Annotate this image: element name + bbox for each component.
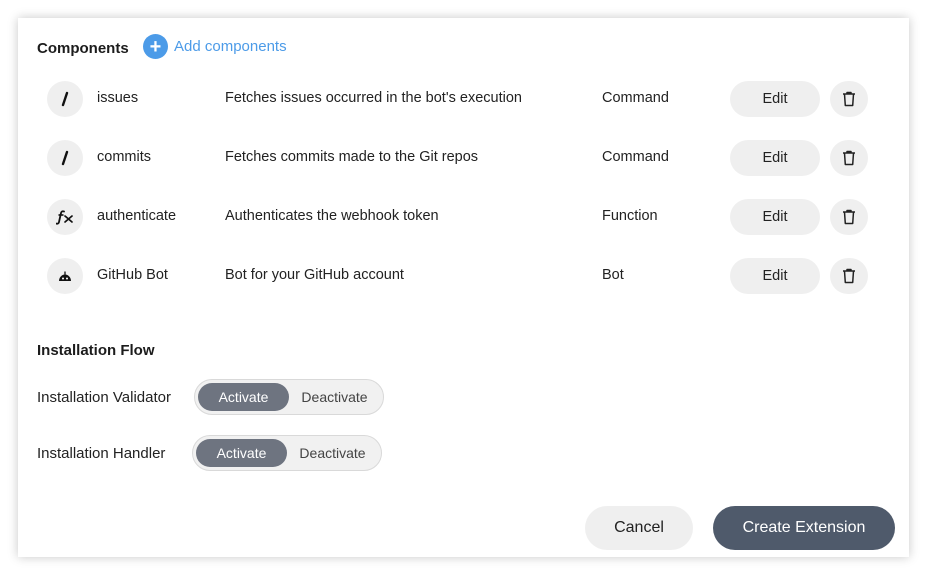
component-row: authenticate Authenticates the webhook t… [47,199,869,237]
trash-icon [843,209,855,225]
installation-flow-title: Installation Flow [37,342,155,359]
component-name: authenticate [97,208,177,224]
bot-icon [47,258,83,294]
component-row: commits Fetches commits made to the Git … [47,140,869,178]
component-description: Fetches commits made to the Git repos [225,149,479,165]
handler-activate-option[interactable]: Activate [196,439,287,467]
installation-validator-toggle: Activate Deactivate [194,379,384,415]
components-title: Components [37,40,129,57]
validator-activate-option[interactable]: Activate [198,383,289,411]
component-description: Authenticates the webhook token [225,208,439,224]
component-description: Fetches issues occurred in the bot's exe… [225,90,522,106]
create-extension-dialog: Components + Add components issues Fetch… [18,18,909,557]
slash-icon [47,81,83,117]
create-extension-button[interactable]: Create Extension [713,506,895,550]
installation-handler-label: Installation Handler [37,445,166,462]
installation-validator-label: Installation Validator [37,389,171,406]
installation-handler-toggle: Activate Deactivate [192,435,382,471]
trash-icon [843,91,855,107]
delete-button[interactable] [830,199,868,235]
add-components-button[interactable]: + Add components [143,34,287,59]
function-icon [47,199,83,235]
edit-button[interactable]: Edit [730,140,820,176]
validator-deactivate-option[interactable]: Deactivate [289,383,380,411]
component-row: GitHub Bot Bot for your GitHub account B… [47,258,869,296]
component-description: Bot for your GitHub account [225,267,404,283]
trash-icon [843,268,855,284]
add-components-label: Add components [174,38,287,55]
delete-button[interactable] [830,140,868,176]
component-name: issues [97,90,139,106]
plus-icon: + [143,34,168,59]
handler-deactivate-option[interactable]: Deactivate [287,439,378,467]
component-type: Command [602,149,669,165]
component-type: Bot [602,267,624,283]
component-type: Function [602,208,658,224]
component-row: issues Fetches issues occurred in the bo… [47,81,869,119]
trash-icon [843,150,855,166]
component-type: Command [602,90,669,106]
edit-button[interactable]: Edit [730,258,820,294]
component-name: commits [97,149,151,165]
delete-button[interactable] [830,81,868,117]
edit-button[interactable]: Edit [730,199,820,235]
cancel-button[interactable]: Cancel [585,506,693,550]
delete-button[interactable] [830,258,868,294]
component-name: GitHub Bot [97,267,168,283]
edit-button[interactable]: Edit [730,81,820,117]
slash-icon [47,140,83,176]
